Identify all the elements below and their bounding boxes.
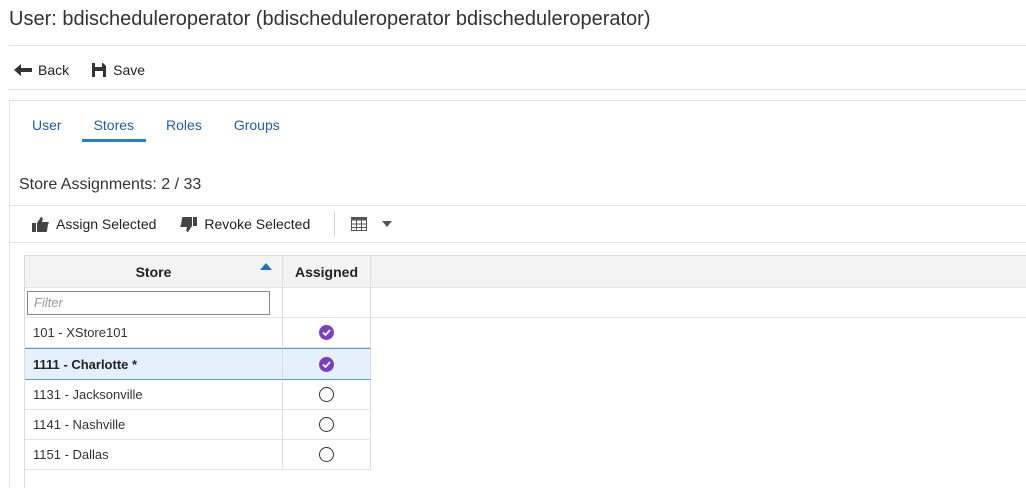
save-icon [92,63,107,77]
checked-circle-icon [319,356,334,372]
unchecked-circle-icon [319,417,334,432]
table-row[interactable]: 101 - XStore101 [25,318,1026,348]
store-grid: Store Assigned 101 - XStore101 1111 - C [24,255,1026,488]
filter-row [25,288,1026,318]
table-row[interactable]: 1131 - Jacksonville [25,380,1026,410]
tab-groups[interactable]: Groups [222,117,292,141]
tab-roles[interactable]: Roles [154,117,214,141]
unchecked-circle-icon [319,387,334,402]
filter-cell [25,288,283,318]
row-filler [371,348,1026,380]
store-cell: 1131 - Jacksonville [25,380,283,410]
thumbs-up-icon [32,216,49,232]
top-toolbar: Back Save [14,58,167,82]
column-header-assigned[interactable]: Assigned [283,256,371,288]
assigned-cell[interactable] [283,380,371,410]
chevron-down-icon [382,221,393,227]
filter-filler [371,288,1026,318]
checked-circle-icon [319,325,334,340]
table-row-selected[interactable]: 1111 - Charlotte * [25,348,1026,380]
thumbs-down-icon [180,216,198,232]
revoke-selected-button[interactable]: Revoke Selected [180,216,310,232]
assign-selected-button[interactable]: Assign Selected [32,216,156,232]
sort-ascending-icon [260,263,272,270]
tab-stores[interactable]: Stores [81,117,147,142]
header-filler [371,256,1026,288]
assign-selected-label: Assign Selected [56,216,157,232]
store-cell: 1151 - Dallas [25,440,283,470]
row-filler [371,440,1026,470]
tab-bar: User Stores Roles Groups [20,117,300,142]
table-row[interactable]: 1151 - Dallas [25,440,1026,470]
back-button[interactable]: Back [14,62,69,78]
arrow-left-icon [14,64,32,76]
row-filler [371,380,1026,410]
divider [9,89,1026,90]
column-header-store[interactable]: Store [25,256,283,288]
grid-toolbar: Assign Selected Revoke Selected [10,205,1026,243]
column-chooser-button[interactable] [351,217,399,231]
toolbar-separator [334,211,336,237]
assigned-cell[interactable] [283,318,371,348]
row-filler [371,318,1026,348]
store-cell: 1111 - Charlotte * [25,348,283,380]
back-label: Back [38,62,70,78]
content-panel: User Stores Roles Groups Store Assignmen… [9,100,1026,488]
grid-header-row: Store Assigned [25,256,1026,288]
table-row[interactable]: 1141 - Nashville [25,410,1026,440]
save-label: Save [113,62,146,78]
revoke-selected-label: Revoke Selected [204,216,311,232]
tab-user[interactable]: User [20,117,74,141]
save-button[interactable]: Save [91,62,145,78]
store-cell: 101 - XStore101 [25,318,283,348]
table-icon [351,217,368,231]
unchecked-circle-icon [319,447,334,462]
page-title: User: bdischeduleroperator (bdischeduler… [9,8,651,30]
store-filter-input[interactable] [27,290,270,315]
assigned-filter-cell [283,288,371,318]
divider [9,45,1026,46]
assigned-cell[interactable] [283,410,371,440]
store-cell: 1141 - Nashville [25,410,283,440]
assigned-cell[interactable] [283,440,371,470]
column-header-store-label: Store [135,263,172,280]
section-title: Store Assignments: 2 / 33 [19,176,202,193]
assigned-cell[interactable] [283,348,371,380]
row-filler [371,410,1026,440]
